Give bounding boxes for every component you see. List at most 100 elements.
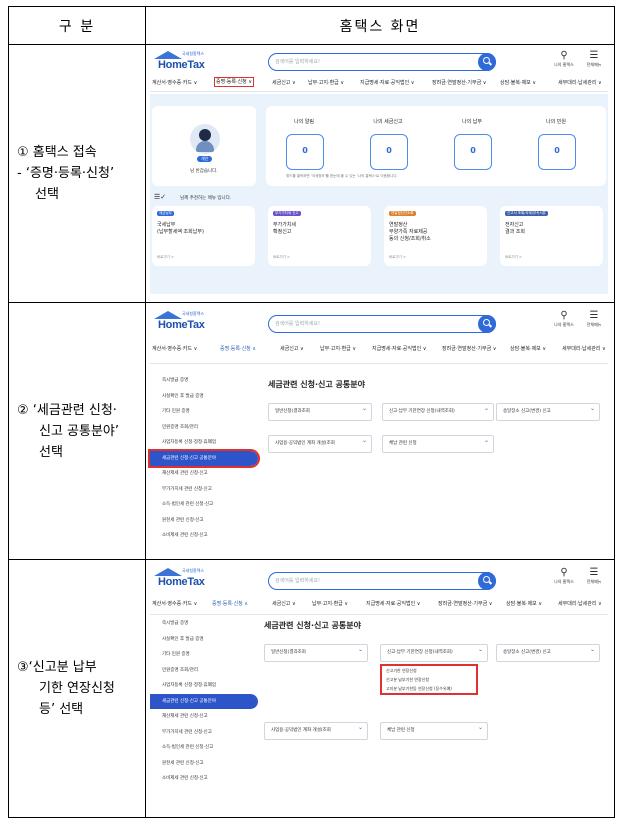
hometax-logo[interactable]: 국세청홈택스 HomeTax — [152, 568, 214, 590]
sidebar-item[interactable]: 사실확인 후 발급 증명 — [150, 632, 258, 648]
sidebar-item[interactable]: 원천세 관련 신청·신고 — [150, 756, 258, 772]
sidebar-item[interactable]: 소득·법인세 관련 신청·신고 — [150, 497, 258, 513]
sidebar-item[interactable]: 사업자등록 신청·정정·휴폐업 — [150, 435, 258, 451]
summary-card: 나의 알림 0 나의 세금신고 0 나의 납부 0 나의 민원 0 위드를 클릭… — [266, 106, 606, 186]
nav-item[interactable]: 세금신고 ∨ — [272, 600, 296, 607]
nav-item[interactable]: 세금신고 ∨ — [280, 345, 304, 352]
deadline-submenu: 신고기한 연장신청 신고분 납부기한 연장신청 고지분 납부기한등 연장신청 (… — [380, 664, 478, 695]
sidebar-item[interactable]: 재산제세 관련 신청·신고 — [150, 466, 258, 482]
menu-general-request[interactable]: 일반신청(결과조회 — [264, 642, 368, 662]
menu-business-account[interactable]: 사업용·공익법인 계좌 개설(조회 — [264, 720, 368, 740]
stat-tax-returns[interactable]: 0 — [370, 134, 408, 170]
all-menu-button[interactable]: ☰ 전체메뉴 — [582, 50, 606, 68]
nav-item[interactable]: 장려금·연말정산·기부금 ∨ — [442, 345, 496, 352]
sidebar-item[interactable]: 소비제세 관련 신청·신고 — [150, 528, 258, 544]
nav-item[interactable]: 상담·불복·제보 ∨ — [500, 79, 536, 86]
sidebar-item-tax-common[interactable]: 세금관련 신청·신고 공통분야 — [150, 693, 258, 709]
step3-screenshot: 국세청홈택스 HomeTax 검색어를 입력하세요! ⚲ 나의 홈택스 ☰ 전체메뉴 … — [145, 559, 615, 818]
stat-label: 나의 납부 — [462, 119, 482, 125]
nav-item[interactable]: 장려금·연말정산·기부금 ∨ — [438, 600, 492, 607]
sidebar-item[interactable]: 민원증명 조회/관리 — [150, 420, 258, 436]
nav-item-certificates[interactable]: 증명·등록·신청 ∨ — [214, 77, 255, 87]
hometax-logo[interactable]: 국세청홈택스 HomeTax — [152, 51, 214, 73]
menu-business-account[interactable]: 사업용·공익법인 계좌 개설(조회 — [268, 433, 372, 453]
step1-line1: ① 홈택스 접속 — [17, 145, 97, 160]
menu-general-request[interactable]: 일반신청(결과조회 — [268, 401, 372, 421]
header-category: 구 분 — [8, 6, 146, 45]
sidebar-item[interactable]: 사실확인 후 발급 증명 — [150, 389, 258, 405]
menu-deadline-extension[interactable]: 신고·납부 기한연장 신청(내역조회) — [380, 642, 488, 662]
sidebar-item[interactable]: 기타 민원 증명 — [150, 647, 258, 663]
sidebar-item[interactable]: 즉시발급 증명 — [150, 373, 258, 389]
my-hometax-button[interactable]: ⚲ 나의 홈택스 — [552, 567, 576, 585]
service-card[interactable]: 연말정산간소화 연말정산 부양가족 자료제공 동의 신청/조회/취소 바로가기 > — [384, 206, 487, 266]
nav-item[interactable]: 세금신고 ∨ — [272, 79, 296, 86]
sidebar-item[interactable]: 소득·법인세 관련 신청·신고 — [150, 740, 258, 756]
nav-item[interactable]: 장려금·연말정산·기부금 ∨ — [432, 79, 486, 86]
sidebar-item[interactable]: 사업자등록 신청·정정·휴폐업 — [150, 678, 258, 694]
sidebar-item[interactable]: 소비제세 관련 신청·신고 — [150, 771, 258, 787]
search-input[interactable]: 검색어를 입력하세요! — [268, 53, 496, 71]
nav-item[interactable]: 계산서·영수증·카드 ∨ — [152, 600, 197, 607]
stat-payments[interactable]: 0 — [454, 134, 492, 170]
sidebar-item[interactable]: 기타 민원 증명 — [150, 404, 258, 420]
sidebar-item[interactable]: 재산제세 관련 신청·신고 — [150, 709, 258, 725]
guide-table: 구 분 홈택스 화면 ① 홈택스 접속 - ‘증명·등록·신청’ 선택 국세청홈… — [8, 6, 615, 818]
menu-delivery-address[interactable]: 송달장소 신고(변경) 신고 — [496, 401, 600, 421]
all-menu-button[interactable]: ☰ 전체메뉴 — [582, 567, 606, 585]
search-icon[interactable] — [478, 53, 496, 71]
service-card[interactable]: 부가가치세 신고 부가가치세 확정신고 바로가기 > — [268, 206, 371, 266]
sidebar-item[interactable]: 즉시발급 증명 — [150, 616, 258, 632]
menu-arrears[interactable]: 체납 관련 신청 — [382, 433, 494, 453]
nav-item[interactable]: 납부·고지·환급 ∨ — [308, 79, 344, 86]
nav-item[interactable]: 납부·고지·환급 ∨ — [312, 600, 348, 607]
all-menu-button[interactable]: ☰ 전체메뉴 — [582, 310, 606, 328]
nav-item[interactable]: 지급명세·자료·공익법인 ∨ — [360, 79, 414, 86]
search-icon[interactable] — [478, 315, 496, 333]
step2-line2: 신고 공통분야’ — [39, 423, 120, 439]
nav-item[interactable]: 상담·불복·제보 ∨ — [506, 600, 542, 607]
stat-civil[interactable]: 0 — [538, 134, 576, 170]
service-card[interactable]: 신고서 조회/삭제/부속서류 전자신고 결과 조회 바로가기 > — [500, 206, 603, 266]
menu-arrears[interactable]: 체납 관련 신청 — [380, 720, 488, 740]
step3-line3: 등’ 선택 — [39, 702, 84, 717]
nav-item[interactable]: 세무대리·납세관리 ∨ — [558, 79, 602, 86]
nav-item[interactable]: 지급명세·자료·공익법인 ∨ — [366, 600, 420, 607]
search-input[interactable]: 검색어를 입력하세요! — [268, 315, 496, 333]
my-hometax-button[interactable]: ⚲ 나의 홈택스 — [552, 50, 576, 68]
stat-notifications[interactable]: 0 — [286, 134, 324, 170]
nav-item[interactable]: 세무대리·납세관리 ∨ — [558, 600, 602, 607]
nav-item-certificates[interactable]: 증명·등록·신청 ∧ — [220, 345, 256, 352]
menu-delivery-address[interactable]: 송달장소 신고(변경) 신고 — [496, 642, 600, 662]
stat-label: 나의 알림 — [294, 119, 314, 125]
recommend-icon: ☰✓ — [154, 193, 167, 201]
nav-item-certificates[interactable]: 증명·등록·신청 ∧ — [212, 600, 248, 607]
search-input[interactable]: 검색어를 입력하세요! — [268, 572, 496, 590]
submenu-notice-extension[interactable]: 고지분 납부기한등 연장신청 (징수유예) — [382, 684, 476, 693]
submenu-filing-extension[interactable]: 신고기한 연장신청 — [382, 666, 476, 675]
nav-item[interactable]: 상담·불복·제보 ∨ — [510, 345, 546, 352]
avatar — [190, 124, 220, 154]
service-card[interactable]: 세금납부 국세납부 (납부할세액 조회납부) 바로가기 > — [152, 206, 255, 266]
sidebar-item[interactable]: 부가가치세 관련 신청·신고 — [150, 725, 258, 741]
nav-item[interactable]: 지급명세·자료·공익법인 ∨ — [372, 345, 426, 352]
search-icon[interactable] — [478, 572, 496, 590]
menu-deadline-extension[interactable]: 신고·납부 기한연장 신청(내역조회) — [382, 401, 494, 421]
stat-label: 나의 세금신고 — [373, 119, 403, 125]
step3-line2: 기한 연장신청 — [39, 681, 115, 696]
nav-item[interactable]: 계산서·영수증·카드 ∨ — [152, 79, 197, 86]
nav-item[interactable]: 계산서·영수증·카드 ∨ — [152, 345, 197, 352]
nav-item[interactable]: 세무대리·납세관리 ∨ — [562, 345, 606, 352]
hometax-logo[interactable]: 국세청홈택스 HomeTax — [152, 311, 214, 333]
nav-item[interactable]: 납부·고지·환급 ∨ — [320, 345, 356, 352]
step1-line2: - ‘증명·등록·신청’ — [17, 166, 115, 181]
my-hometax-button[interactable]: ⚲ 나의 홈택스 — [552, 310, 576, 328]
submenu-payment-extension[interactable]: 신고분 납부기한 연장신청 — [382, 675, 476, 684]
main-nav: 계산서·영수증·카드 ∨ 증명·등록·신청 ∧ 세금신고 ∨ 납부·고지·환급 … — [150, 341, 608, 364]
sidebar-item[interactable]: 민원증명 조회/관리 — [150, 663, 258, 679]
sidebar-item-tax-common[interactable]: 세금관련 신청·신고 공통분야 — [148, 448, 260, 468]
sidebar-item[interactable]: 부가가치세 관련 신청·신고 — [150, 482, 258, 498]
step1-screenshot: 국세청홈택스 HomeTax 검색어를 입력하세요! ⚲ 나의 홈택스 ☰ 전체메뉴 … — [145, 44, 615, 303]
step1-description: ① 홈택스 접속 - ‘증명·등록·신청’ 선택 — [8, 44, 146, 303]
sidebar-item[interactable]: 원천세 관련 신청·신고 — [150, 513, 258, 529]
